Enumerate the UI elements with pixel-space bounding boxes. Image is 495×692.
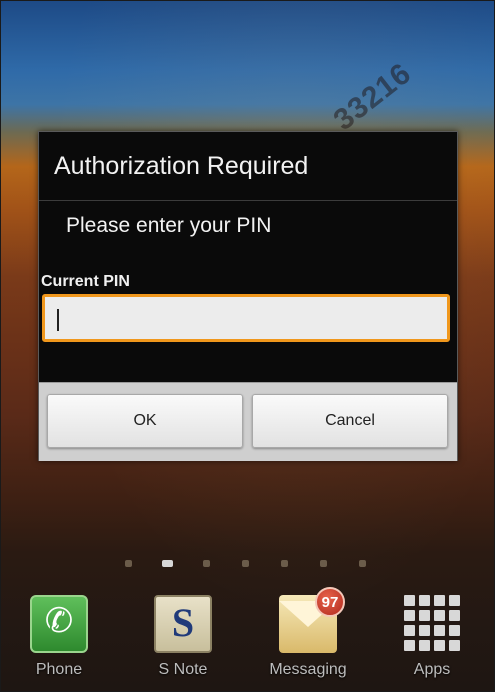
phone-icon: ✆ xyxy=(30,595,88,653)
dialog-title: Authorization Required xyxy=(54,152,309,180)
page-dot xyxy=(242,560,249,567)
page-dot xyxy=(203,560,210,567)
dialog-button-bar: OK Cancel xyxy=(39,382,457,461)
dialog-message: Please enter your PIN xyxy=(66,214,272,237)
dock-item-apps[interactable]: Apps xyxy=(382,589,482,689)
current-pin-input[interactable] xyxy=(42,294,450,342)
ok-button[interactable]: OK xyxy=(47,394,243,448)
unread-count-badge: 97 xyxy=(315,587,345,617)
title-divider xyxy=(39,200,457,201)
home-screen: 33216 Authorization Required Please ente… xyxy=(0,0,495,692)
dock-item-s-note[interactable]: S S Note xyxy=(133,589,233,689)
messaging-icon: 97 xyxy=(279,587,345,653)
cancel-button[interactable]: Cancel xyxy=(252,394,448,448)
current-pin-label: Current PIN xyxy=(41,273,130,290)
dock-label-s-note: S Note xyxy=(158,661,208,678)
page-dot-active xyxy=(162,560,173,567)
page-dot xyxy=(359,560,366,567)
page-dot xyxy=(125,560,132,567)
dock-item-messaging[interactable]: 97 Messaging xyxy=(258,587,358,689)
page-dot xyxy=(281,560,288,567)
page-dot xyxy=(320,560,327,567)
s-note-icon: S xyxy=(154,595,212,653)
dock: ✆ Phone S S Note 97 Messaging Apps xyxy=(1,587,494,691)
dock-label-apps: Apps xyxy=(413,661,451,678)
authorization-dialog: Authorization Required Please enter your… xyxy=(38,131,458,461)
dock-item-phone[interactable]: ✆ Phone xyxy=(9,589,109,689)
text-cursor xyxy=(57,309,59,331)
dock-label-messaging: Messaging xyxy=(269,661,347,678)
home-page-indicator xyxy=(1,557,494,571)
dock-label-phone: Phone xyxy=(35,661,83,678)
apps-grid-icon xyxy=(404,595,460,651)
